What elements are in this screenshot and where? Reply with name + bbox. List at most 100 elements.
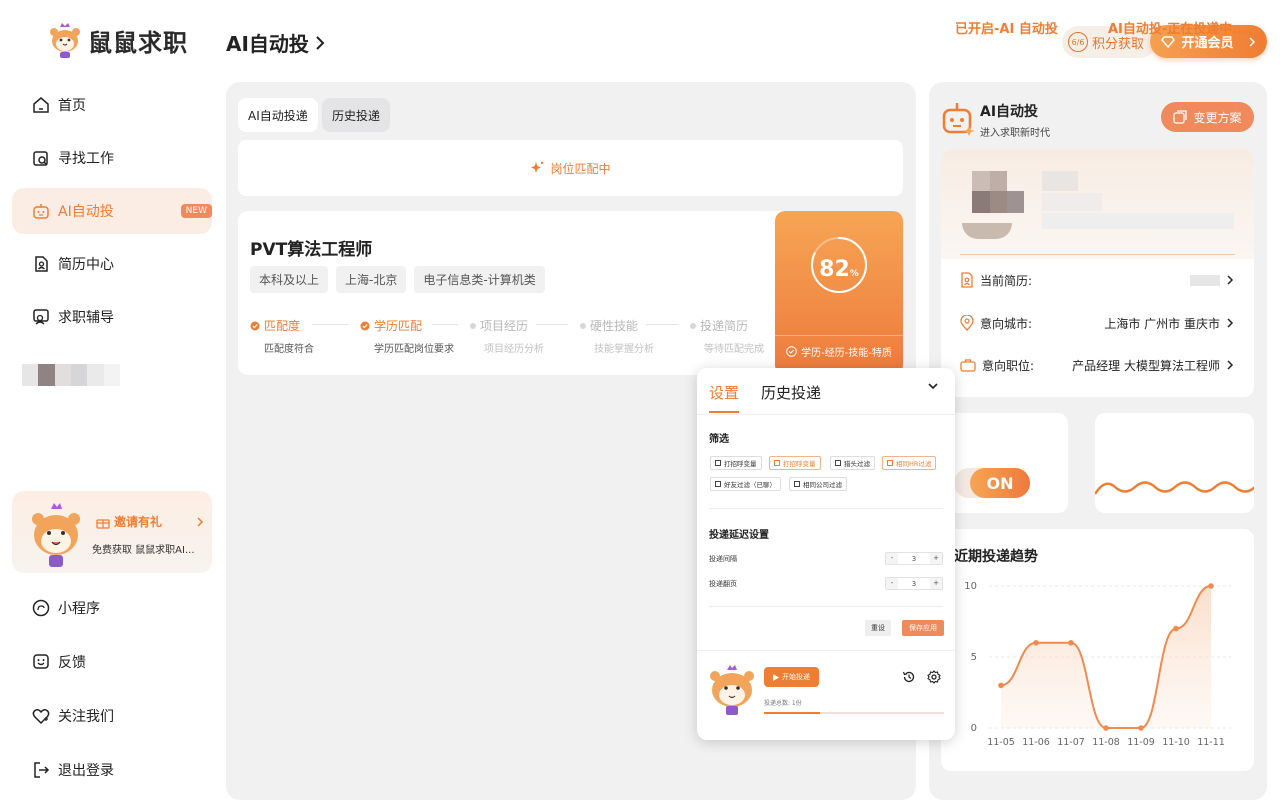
popover-tab-history[interactable]: 历史投递 — [761, 382, 821, 403]
tab-history[interactable]: 历史投递 — [322, 98, 391, 132]
position-label: 意向职位: — [982, 358, 1035, 373]
current-resume-row[interactable]: 当前简历: — [960, 269, 1234, 291]
y-tick-label: 5 — [971, 652, 977, 663]
minus-icon[interactable]: - — [886, 553, 898, 564]
location-pin-icon — [960, 315, 974, 331]
diamond-icon — [1161, 35, 1176, 48]
blurred-pixel — [972, 171, 990, 191]
brand-name: 鼠鼠求职 — [88, 28, 188, 57]
sidebar-item-label: AI自动投 — [58, 204, 114, 220]
sidebar-item-follow[interactable]: 关注我们 — [12, 693, 212, 739]
plus-icon[interactable]: + — [930, 553, 942, 564]
sidebar-item-label: 首页 — [58, 98, 86, 114]
change-plan-label: 变更方案 — [1193, 110, 1242, 125]
auto-apply-toggle[interactable]: ON — [970, 468, 1030, 498]
chevron-right-icon — [1227, 318, 1234, 328]
sidebar-item-mini-program[interactable]: 小程序 — [12, 585, 212, 631]
settings-popover: 设置 历史投递 筛选 打招呼变量 打招呼变量 猎头过滤 相同HR过滤 好友过滤（… — [697, 368, 955, 740]
sidebar-item-label: 退出登录 — [58, 763, 114, 779]
sidebar-item-coaching[interactable]: 求职辅导 — [12, 294, 212, 340]
save-apply-button[interactable]: 保存应用 — [902, 620, 944, 636]
filter-checkbox[interactable]: 打招呼变量 — [710, 456, 762, 470]
filter-checkbox[interactable]: 打招呼变量 — [769, 456, 821, 470]
filter-label: 相同公司过滤 — [803, 481, 842, 489]
step-label: 学历匹配 — [374, 319, 423, 333]
filter-checkbox[interactable]: 相同HR过滤 — [882, 456, 937, 470]
reset-button[interactable]: 重设 — [865, 620, 891, 636]
filter-label: 好友过滤（已聊） — [724, 481, 776, 489]
gear-icon[interactable] — [927, 670, 941, 684]
city-row[interactable]: 意向城市: 上海市 广州市 重庆市 — [960, 312, 1234, 334]
feedback-icon — [33, 654, 49, 669]
invite-card[interactable]: 邀请有礼 免费获取 鼠鼠求职AI... — [12, 491, 212, 573]
plus-icon[interactable]: + — [930, 578, 942, 589]
score-footer: 学历-经历-技能-特质 — [775, 335, 903, 359]
hamster-mascot-icon — [50, 23, 80, 58]
hamster-mascot-icon — [32, 503, 80, 567]
brand-logo[interactable]: 鼠鼠求职 — [48, 22, 188, 58]
history-icon[interactable] — [902, 670, 916, 684]
robot-icon — [33, 204, 49, 219]
filter-label: 打招呼变量 — [783, 460, 816, 468]
page-title[interactable]: AI自动投 — [226, 28, 325, 57]
chevron-right-icon — [316, 35, 325, 50]
sidebar-item-logout[interactable]: 退出登录 — [12, 747, 212, 793]
stepper-value: 3 — [911, 579, 917, 588]
sidebar-item-resume[interactable]: 简历中心 — [12, 241, 212, 287]
delay-interval-stepper[interactable]: - 3 + — [885, 552, 943, 565]
popover-tab-settings[interactable]: 设置 — [709, 382, 739, 403]
filter-checkbox[interactable]: 好友过滤（已聊） — [710, 477, 781, 491]
minus-icon[interactable]: - — [886, 578, 898, 589]
resume-icon — [35, 256, 48, 272]
y-tick-label: 0 — [971, 723, 977, 734]
data-point — [1208, 583, 1214, 589]
gift-icon — [96, 518, 110, 529]
blurred-pixel — [1042, 193, 1102, 211]
blurred-user-info — [22, 364, 120, 386]
x-tick-label: 11-05 — [987, 737, 1015, 748]
city-value: 上海市 广州市 重庆市 — [1104, 316, 1220, 331]
position-row[interactable]: 意向职位: 产品经理 大模型算法工程师 — [960, 354, 1234, 376]
new-badge: NEW — [180, 204, 212, 218]
change-plan-button[interactable]: 变更方案 — [1161, 102, 1254, 132]
step-education: 学历匹配 学历匹配岗位要求 — [360, 317, 470, 355]
filter-checkbox[interactable]: 猎头过滤 — [830, 456, 875, 470]
tab-ai-apply[interactable]: AI自动投递 — [238, 98, 318, 132]
sidebar-item-ai-apply[interactable]: AI自动投 NEW — [12, 188, 212, 234]
blurred-pixel — [972, 191, 990, 213]
delivering-status-text: AI自动投-正在投递中... — [1108, 22, 1248, 37]
x-tick-label: 11-09 — [1127, 737, 1155, 748]
right-panel-subtitle: 进入求职新时代 — [980, 128, 1050, 139]
robot-icon — [942, 103, 975, 136]
step-project: 项目经历 项目经历分析 — [470, 317, 580, 355]
x-tick-label: 11-08 — [1092, 737, 1120, 748]
checkbox-box — [715, 460, 721, 466]
filter-label: 猎头过滤 — [844, 460, 870, 468]
step-label: 匹配度 — [264, 319, 301, 333]
delay-label: 投递间隔 — [709, 554, 737, 563]
mini-program-icon — [32, 599, 50, 617]
checkbox-box — [794, 481, 800, 487]
step-sub: 项目经历分析 — [484, 344, 544, 355]
filter-checkbox[interactable]: 相同公司过滤 — [789, 477, 847, 491]
step-connector — [432, 324, 458, 325]
trend-title: 近期投递趋势 — [954, 549, 1038, 565]
blurred-pixel — [990, 191, 1007, 213]
match-steps: 匹配度 匹配度符合 学历匹配 学历匹配岗位要求 项目经历 项目经历分析 硬性技能… — [250, 317, 800, 355]
x-tick-label: 11-07 — [1057, 737, 1085, 748]
x-tick-label: 11-10 — [1162, 737, 1190, 748]
job-tag: 本科及以上 — [250, 266, 329, 293]
auto-apply-status-card — [941, 413, 1068, 513]
pending-dot-icon — [470, 322, 476, 329]
chevron-right-icon — [197, 516, 204, 527]
city-label: 意向城市: — [980, 316, 1033, 331]
briefcase-icon — [960, 359, 976, 372]
sidebar-item-label: 反馈 — [58, 655, 86, 671]
start-delivery-button[interactable]: 开始投递 — [764, 667, 819, 687]
sidebar-item-feedback[interactable]: 反馈 — [12, 639, 212, 685]
sidebar-item-home[interactable]: 首页 — [12, 82, 212, 128]
delay-page-stepper[interactable]: - 3 + — [885, 577, 943, 590]
sidebar-item-find-job[interactable]: 寻找工作 — [12, 135, 212, 181]
chevron-down-icon[interactable] — [927, 382, 939, 390]
step-sub: 技能掌握分析 — [594, 344, 654, 355]
